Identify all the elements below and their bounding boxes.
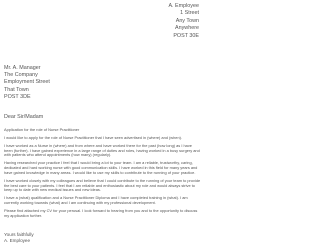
recipient-estate: Employment Street [4, 79, 50, 86]
sender-name: A. Employee [168, 3, 199, 9]
valediction: Yours faithfully [4, 232, 34, 237]
recipient-company: The Company [4, 72, 38, 79]
signature: A. Employee [4, 237, 31, 243]
salutation: Dear Sir/Madam [4, 114, 44, 120]
body-paragraph: I have worked closely with my colleagues… [4, 177, 201, 193]
body-paragraph: Please find attached my CV for your peru… [4, 207, 198, 218]
recipient-town: That Town [4, 86, 29, 93]
subject-line: Application for the role of Nurse Practi… [4, 127, 80, 132]
sender-town: Any Town [175, 17, 199, 24]
recipient-postcode: POST 3DE [4, 93, 31, 100]
body-paragraph: Having researched your practice I feel t… [4, 160, 198, 175]
sender-postcode: POST 30E [173, 32, 199, 39]
recipient-name: Mr. A. Manager [4, 65, 41, 71]
cover-letter: A. Employee 1 Street Any Town Anywhere P… [0, 0, 204, 247]
body-paragraph: I have a (what) qualification and a Nurs… [4, 195, 188, 205]
sender-street: 1 Street [180, 10, 199, 17]
body-paragraph: I have worked as a Nurse in (where) and … [4, 142, 200, 158]
sender-address: A. Employee 1 Street Any Town Anywhere P… [168, 3, 199, 40]
recipient-address: Mr. A. Manager The Company Employment St… [4, 65, 50, 101]
sender-county: Anywhere [175, 25, 199, 32]
body-paragraph: I would like to apply for the role of Nu… [4, 134, 182, 140]
letter-body: Application for the role of Nurse Practi… [4, 127, 201, 222]
letter-closing: Yours faithfully A. Employee [4, 232, 34, 243]
